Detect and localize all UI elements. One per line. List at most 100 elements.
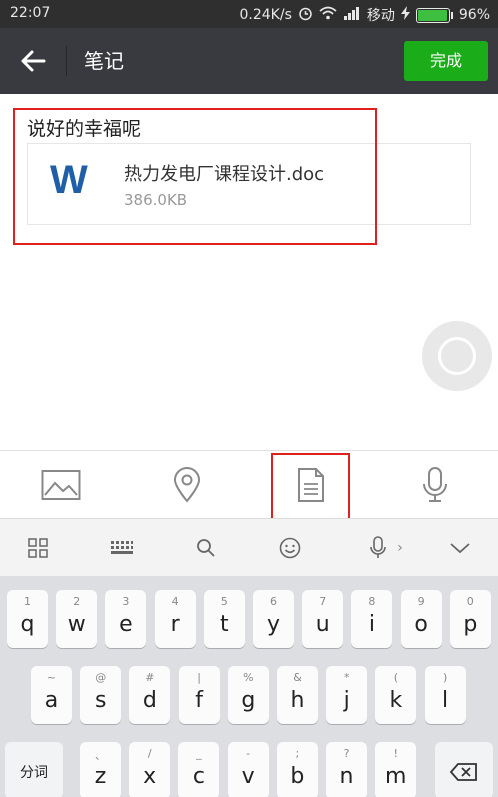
grid-icon xyxy=(28,538,48,558)
key-sub-label: ! xyxy=(393,747,398,760)
key-x[interactable]: / x xyxy=(129,742,171,797)
key-j[interactable]: * j xyxy=(326,666,368,724)
key-f[interactable]: | f xyxy=(178,666,220,724)
key-label: f xyxy=(195,688,203,713)
key-label: q xyxy=(20,612,35,637)
location-icon xyxy=(173,467,201,503)
segment-key[interactable]: 分词 xyxy=(5,742,63,797)
key-label: u xyxy=(315,612,330,637)
signal-icon xyxy=(343,6,361,24)
key-label: r xyxy=(170,612,180,637)
keyboard-grid-button[interactable] xyxy=(18,519,58,577)
key-sub-label: ( xyxy=(393,671,399,684)
title-divider xyxy=(66,46,67,76)
key-label: v xyxy=(241,764,255,789)
backspace-icon xyxy=(449,763,477,781)
key-label: k xyxy=(389,688,403,713)
key-sub-label: 1 xyxy=(24,595,31,608)
back-arrow-icon xyxy=(21,50,46,72)
back-button[interactable] xyxy=(18,46,50,76)
assistive-ring-icon xyxy=(438,337,476,375)
key-sub-label: & xyxy=(293,671,302,684)
key-label: g xyxy=(241,688,256,713)
key-c[interactable]: _ c xyxy=(178,742,220,797)
key-label: d xyxy=(142,688,157,713)
key-sub-label: # xyxy=(145,671,155,684)
key-label: p xyxy=(463,612,478,637)
key-g[interactable]: % g xyxy=(227,666,269,724)
collapse-icon xyxy=(450,543,470,554)
key-z[interactable]: 、 z xyxy=(80,742,121,797)
delete-key[interactable] xyxy=(435,742,493,797)
key-sub-label: ? xyxy=(343,747,350,760)
insert-voice-button[interactable] xyxy=(394,451,476,519)
key-label: e xyxy=(119,612,133,637)
battery-icon xyxy=(415,7,453,23)
key-label: c xyxy=(192,764,205,789)
keyboard-collapse-button[interactable] xyxy=(440,519,480,577)
insert-location-button[interactable] xyxy=(146,451,228,519)
keyboard-emoji-button[interactable] xyxy=(270,519,310,577)
insert-image-button[interactable] xyxy=(20,451,102,519)
key-label: t xyxy=(219,612,229,637)
key-m[interactable]: ! m xyxy=(375,742,417,797)
keyboard-switch-button[interactable] xyxy=(102,519,142,577)
key-i[interactable]: 8i xyxy=(351,590,393,648)
keyboard-voice-button[interactable]: › xyxy=(356,519,416,577)
key-label: s xyxy=(94,688,107,713)
key-e[interactable]: 3e xyxy=(105,590,147,648)
key-h[interactable]: & h xyxy=(277,666,318,724)
image-icon xyxy=(41,470,81,500)
key-u[interactable]: 7u xyxy=(302,590,344,648)
key-sub-label: _ xyxy=(196,747,202,760)
screen: 22:07 0.24K/s 移动 96% 笔记 完成 说好的幸福呢 W 热力发电… xyxy=(0,0,498,797)
page-title: 笔记 xyxy=(84,49,124,73)
net-speed: 0.24K/s xyxy=(239,7,292,23)
key-sub-label: 7 xyxy=(319,595,327,608)
key-d[interactable]: # d xyxy=(129,666,171,724)
floating-assistive-button[interactable] xyxy=(422,321,492,391)
key-label: w xyxy=(67,612,86,637)
key-label: j xyxy=(343,688,350,713)
key-q[interactable]: 1q xyxy=(7,590,48,648)
key-t[interactable]: 5t xyxy=(203,590,245,648)
keyboard-toolbar: › xyxy=(0,518,498,576)
note-content[interactable]: 说好的幸福呢 W 热力发电厂课程设计.doc 386.0KB xyxy=(0,94,498,450)
keyboard-search-button[interactable] xyxy=(186,519,226,577)
key-sub-label: ~ xyxy=(46,671,57,684)
key-w[interactable]: 2w xyxy=(56,590,98,648)
key-sub-label: 8 xyxy=(368,595,376,608)
key-sub-label: 4 xyxy=(171,595,179,608)
key-sub-label: | xyxy=(197,671,201,684)
key-label: z xyxy=(94,764,107,789)
key-k[interactable]: (k xyxy=(375,666,417,724)
key-sub-label: 3 xyxy=(122,595,130,608)
key-label: b xyxy=(290,764,305,789)
key-label: y xyxy=(266,612,281,637)
microphone-icon xyxy=(423,467,447,502)
done-button[interactable]: 完成 xyxy=(404,41,488,81)
key-label: i xyxy=(368,612,375,637)
key-sub-label: 、 xyxy=(95,749,106,762)
key-sub-label: @ xyxy=(95,671,107,684)
key-sub-label: / xyxy=(147,747,152,760)
key-a[interactable]: ~ a xyxy=(31,666,72,724)
key-n[interactable]: ? n xyxy=(326,742,367,797)
key-label: o xyxy=(414,612,428,637)
key-l[interactable]: ) l xyxy=(424,666,466,724)
key-v[interactable]: -v xyxy=(227,742,269,797)
key-b[interactable]: ; b xyxy=(276,742,318,797)
key-s[interactable]: @ s xyxy=(80,666,122,724)
voice-more-arrow: › xyxy=(397,540,403,556)
key-y[interactable]: 6y xyxy=(253,590,294,648)
key-o[interactable]: 9o xyxy=(400,590,442,648)
key-sub-label: ; xyxy=(295,747,300,760)
key-sub-label: ) xyxy=(442,671,448,684)
key-label: m xyxy=(384,764,407,789)
key-p[interactable]: 0p xyxy=(449,590,491,648)
key-r[interactable]: 4r xyxy=(154,590,196,648)
key-sub-label: 2 xyxy=(73,595,81,608)
voice-icon xyxy=(370,536,386,558)
key-sub-label: - xyxy=(246,747,251,760)
highlight-box-file xyxy=(271,453,350,520)
